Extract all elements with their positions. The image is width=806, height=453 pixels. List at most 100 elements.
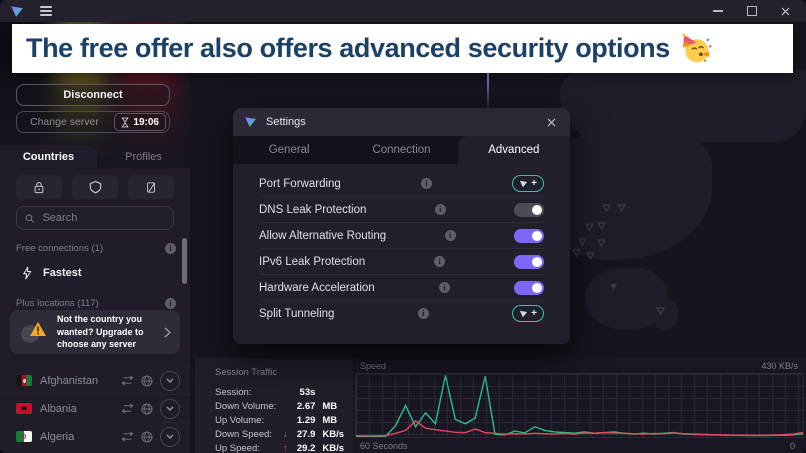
section-free-connections: Free connections (1) i (16, 243, 176, 254)
upgrade-text: Not the country you wanted? Upgrade to c… (57, 313, 156, 351)
globe-icon[interactable] (141, 431, 153, 443)
graph-grid (355, 373, 804, 438)
tab-connection[interactable]: Connection (345, 136, 457, 164)
party-face-emoji-icon (680, 33, 712, 65)
swap-icon[interactable] (121, 375, 134, 386)
swap-icon[interactable] (121, 431, 134, 442)
stat-row-down-volume: Down Volume: 2.67 MB (215, 399, 353, 413)
info-icon[interactable]: i (165, 298, 176, 309)
promo-banner[interactable]: The free offer also offers advanced secu… (12, 24, 793, 73)
map-pin-icon (585, 223, 594, 231)
minimize-button[interactable] (713, 10, 723, 12)
stat-label: Down Speed: (215, 429, 280, 440)
stat-row-down-speed: Down Speed: ↓ 27.9 KB/s (215, 427, 353, 441)
stat-label: Down Volume: (215, 401, 280, 412)
stat-value: 2.67 (291, 401, 316, 412)
change-server-button[interactable]: Change server 19:06 (16, 111, 170, 133)
setting-row-split-tunneling: Split Tunneling i + (259, 301, 544, 326)
info-icon[interactable]: i (421, 178, 432, 189)
plus-sign: + (531, 308, 537, 319)
expand-country-button[interactable] (160, 371, 180, 391)
timer-value: 19:06 (133, 117, 159, 128)
stat-label: Up Speed: (215, 443, 280, 453)
dialog-body: Port Forwarding i + DNS Leak Protection … (233, 164, 570, 344)
setting-label: Port Forwarding (259, 178, 341, 190)
vpn-plus-badge[interactable]: + (512, 175, 544, 192)
down-arrow-icon: ↓ (280, 429, 291, 440)
close-button[interactable] (781, 7, 790, 16)
vpn-plus-badge[interactable]: + (512, 305, 544, 322)
country-name: Algeria (40, 431, 113, 443)
swap-icon[interactable] (121, 403, 134, 414)
section-label: Plus locations (117) (16, 298, 99, 309)
dialog-title: Settings (266, 116, 306, 128)
info-icon[interactable]: i (165, 243, 176, 254)
search-input[interactable] (40, 211, 165, 225)
dialog-close-button[interactable] (544, 115, 559, 130)
stat-unit: MB (315, 401, 353, 412)
killswitch-button[interactable] (128, 175, 174, 199)
country-row-afghanistan[interactable]: Afghanistan (0, 366, 190, 394)
map-pin-icon (578, 238, 587, 246)
protonvpn-logo-icon (244, 116, 257, 128)
country-row-albania[interactable]: Albania (0, 394, 190, 422)
chevron-right-icon (164, 327, 171, 338)
info-icon[interactable]: i (435, 204, 446, 215)
tab-profiles[interactable]: Profiles (97, 145, 190, 168)
alternative-routing-toggle[interactable] (514, 229, 544, 243)
stat-row-session: Session: 53s (215, 385, 353, 399)
chevron-down-icon (166, 406, 174, 411)
afghanistan-flag-icon (16, 375, 32, 386)
country-list: Afghanistan (0, 366, 190, 450)
netshield-button[interactable] (72, 175, 118, 199)
setting-label: IPv6 Leak Protection (259, 256, 365, 268)
tab-advanced[interactable]: Advanced (458, 136, 570, 164)
map-pin-icon (597, 222, 606, 230)
expand-country-button[interactable] (160, 427, 180, 447)
fastest-row[interactable]: Fastest (0, 260, 190, 286)
tab-countries[interactable]: Countries (0, 145, 97, 168)
shield-icon (89, 180, 102, 194)
menu-button[interactable] (40, 4, 52, 18)
tab-general[interactable]: General (233, 136, 345, 164)
setting-label: DNS Leak Protection (259, 204, 366, 216)
dns-leak-protection-toggle[interactable] (514, 203, 544, 217)
stat-unit: KB/s (315, 429, 353, 440)
app-window: The free offer also offers advanced secu… (0, 0, 806, 453)
protonvpn-logo-icon (519, 310, 528, 318)
sidebar: Disconnect Change server 19:06 Countries… (0, 22, 190, 453)
hardware-acceleration-toggle[interactable] (514, 281, 544, 295)
info-icon[interactable]: i (445, 230, 456, 241)
ipv6-leak-protection-toggle[interactable] (514, 255, 544, 269)
upgrade-card[interactable]: Not the country you wanted? Upgrade to c… (10, 310, 180, 354)
search-icon (25, 213, 34, 224)
graph-max-label: 430 KB/s (761, 361, 798, 371)
expand-country-button[interactable] (160, 399, 180, 419)
stat-value: 27.9 (291, 429, 316, 440)
upgrade-illustration (19, 318, 49, 346)
info-icon[interactable]: i (434, 256, 445, 267)
hourglass-icon (121, 117, 129, 128)
maximize-button[interactable] (747, 6, 757, 16)
stat-value: 29.2 (291, 443, 316, 453)
info-icon[interactable]: i (418, 308, 429, 319)
protonvpn-logo-icon (10, 5, 24, 18)
globe-icon[interactable] (141, 403, 153, 415)
sidebar-scrollbar[interactable] (182, 238, 187, 284)
setting-label: Hardware Acceleration (259, 282, 375, 294)
globe-icon[interactable] (141, 375, 153, 387)
setting-row-alternative-routing: Allow Alternative Routing i (259, 223, 544, 249)
info-icon[interactable]: i (439, 282, 450, 293)
map-pin-icon (656, 307, 665, 315)
country-row-algeria[interactable]: Algeria (0, 422, 190, 450)
chevron-down-icon (166, 434, 174, 439)
algeria-flag-icon (16, 431, 32, 442)
disconnect-button[interactable]: Disconnect (16, 84, 170, 106)
map-connection-line (487, 73, 489, 108)
secure-core-button[interactable] (16, 175, 62, 199)
stat-row-up-volume: Up Volume: 1.29 MB (215, 413, 353, 427)
map-pin-icon (617, 204, 626, 212)
speed-graph: Speed 430 KB/s 60 Seconds 0 (353, 358, 806, 453)
download-line (356, 375, 803, 436)
plus-sign: + (531, 178, 537, 189)
